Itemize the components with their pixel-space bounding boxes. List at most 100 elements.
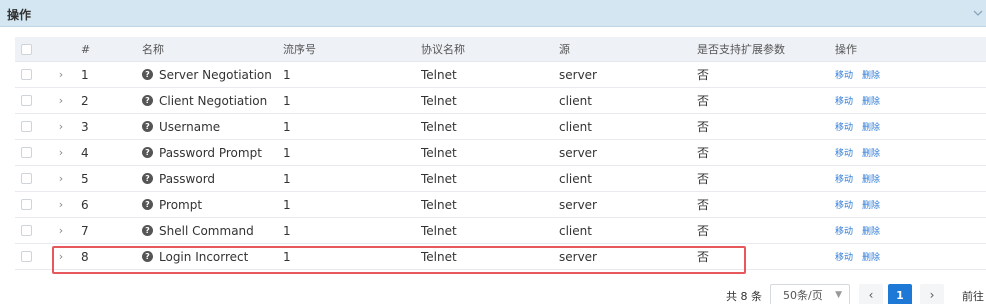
row-ext-params: 否: [697, 146, 710, 160]
table-row: › 4 ? Password Prompt 1 Telnet server 否 移…: [15, 140, 986, 166]
row-source: server: [559, 67, 597, 82]
panel-header: 操作: [0, 0, 986, 27]
row-ext-params: 否: [697, 68, 710, 82]
next-page-button[interactable]: ›: [920, 284, 944, 304]
move-link[interactable]: 移动: [835, 172, 853, 185]
chevron-right-icon[interactable]: ›: [56, 146, 66, 159]
row-sequence: 1: [283, 67, 291, 82]
row-ext-params: 否: [697, 94, 710, 108]
table-row: › 2 ? Client Negotiation 1 Telnet client …: [15, 88, 986, 114]
move-link[interactable]: 移动: [835, 224, 853, 237]
move-link[interactable]: 移动: [835, 198, 853, 211]
delete-link[interactable]: 删除: [862, 172, 880, 185]
select-all-checkbox[interactable]: [21, 43, 32, 55]
pagination-total: 共 8 条: [726, 290, 762, 303]
column-header-name: 名称: [142, 43, 164, 56]
row-ext-params: 否: [697, 224, 710, 238]
row-checkbox[interactable]: [21, 173, 32, 184]
row-name: Shell Command: [159, 223, 254, 238]
row-source: client: [559, 171, 592, 186]
chevron-right-icon[interactable]: ›: [56, 172, 66, 185]
row-protocol: Telnet: [421, 249, 457, 264]
row-protocol: Telnet: [421, 145, 457, 160]
column-header-ext-params: 是否支持扩展参数: [697, 43, 785, 56]
move-link[interactable]: 移动: [835, 68, 853, 81]
table-row: › 5 ? Password 1 Telnet client 否 移动 删除: [15, 166, 986, 192]
row-sequence: 1: [283, 197, 291, 212]
chevron-right-icon[interactable]: ›: [56, 224, 66, 237]
row-index: 4: [81, 145, 89, 160]
row-source: server: [559, 145, 597, 160]
page-size-value: 50条/页: [783, 289, 823, 302]
row-ext-params: 否: [697, 120, 710, 134]
row-checkbox[interactable]: [21, 95, 32, 106]
row-ext-params: 否: [697, 198, 710, 212]
row-source: server: [559, 197, 597, 212]
chevron-right-icon[interactable]: ›: [56, 120, 66, 133]
row-index: 8: [81, 249, 89, 264]
help-icon[interactable]: ?: [142, 225, 153, 236]
row-sequence: 1: [283, 171, 291, 186]
row-sequence: 1: [283, 249, 291, 264]
help-icon[interactable]: ?: [142, 147, 153, 158]
chevron-right-icon[interactable]: ›: [56, 68, 66, 81]
row-sequence: 1: [283, 223, 291, 238]
row-protocol: Telnet: [421, 171, 457, 186]
row-checkbox[interactable]: [21, 121, 32, 132]
help-icon[interactable]: ?: [142, 95, 153, 106]
row-checkbox[interactable]: [21, 147, 32, 158]
delete-link[interactable]: 删除: [862, 146, 880, 159]
table-row: › 6 ? Prompt 1 Telnet server 否 移动 删除: [15, 192, 986, 218]
column-header-index: #: [81, 42, 91, 56]
row-name: Login Incorrect: [159, 249, 249, 264]
table-row: › 7 ? Shell Command 1 Telnet client 否 移动删…: [15, 218, 986, 244]
table-header: # 名称 流序号 协议名称 源 是否支持扩展参数 操作: [15, 37, 986, 62]
row-index: 1: [81, 67, 89, 82]
row-protocol: Telnet: [421, 223, 457, 238]
page-size-select[interactable]: 50条/页 ▼: [770, 284, 850, 304]
chevron-left-icon: ‹: [868, 288, 874, 302]
row-checkbox[interactable]: [21, 69, 32, 80]
move-link[interactable]: 移动: [835, 94, 853, 107]
chevron-right-icon[interactable]: ›: [56, 198, 66, 211]
row-protocol: Telnet: [421, 93, 457, 108]
actions-table: # 名称 流序号 协议名称 源 是否支持扩展参数 操作 › 1 ? Server …: [15, 37, 986, 270]
delete-link[interactable]: 删除: [862, 68, 880, 81]
prev-page-button[interactable]: ‹: [859, 284, 883, 304]
row-name: Prompt: [159, 197, 203, 212]
help-icon[interactable]: ?: [142, 251, 153, 262]
help-icon[interactable]: ?: [142, 121, 153, 132]
row-source: client: [559, 93, 592, 108]
chevron-down-icon[interactable]: [972, 8, 984, 18]
move-link[interactable]: 移动: [835, 146, 853, 159]
row-source: client: [559, 223, 592, 238]
row-checkbox[interactable]: [21, 199, 32, 210]
table-row: › 8 ? Login Incorrect 1 Telnet server 否 移…: [15, 244, 986, 270]
row-ext-params: 否: [697, 172, 710, 186]
row-name: Client Negotiation: [159, 93, 268, 108]
chevron-right-icon[interactable]: ›: [56, 250, 66, 263]
row-index: 6: [81, 197, 89, 212]
row-protocol: Telnet: [421, 119, 457, 134]
row-name: Username: [159, 119, 221, 134]
delete-link[interactable]: 删除: [862, 224, 880, 237]
delete-link[interactable]: 删除: [862, 120, 880, 133]
help-icon[interactable]: ?: [142, 69, 153, 80]
row-checkbox[interactable]: [21, 225, 32, 236]
chevron-right-icon[interactable]: ›: [56, 94, 66, 107]
move-link[interactable]: 移动: [835, 120, 853, 133]
row-sequence: 1: [283, 119, 291, 134]
delete-link[interactable]: 删除: [862, 198, 880, 211]
row-checkbox[interactable]: [21, 251, 32, 262]
row-sequence: 1: [283, 93, 291, 108]
chevron-right-icon: ›: [929, 288, 935, 302]
chevron-down-icon: ▼: [835, 290, 842, 300]
column-header-source: 源: [559, 43, 570, 56]
delete-link[interactable]: 删除: [862, 250, 880, 263]
help-icon[interactable]: ?: [142, 173, 153, 184]
panel-title: 操作: [7, 8, 32, 22]
help-icon[interactable]: ?: [142, 199, 153, 210]
delete-link[interactable]: 删除: [862, 94, 880, 107]
move-link[interactable]: 移动: [835, 250, 853, 263]
page-number-button[interactable]: 1: [888, 284, 912, 304]
